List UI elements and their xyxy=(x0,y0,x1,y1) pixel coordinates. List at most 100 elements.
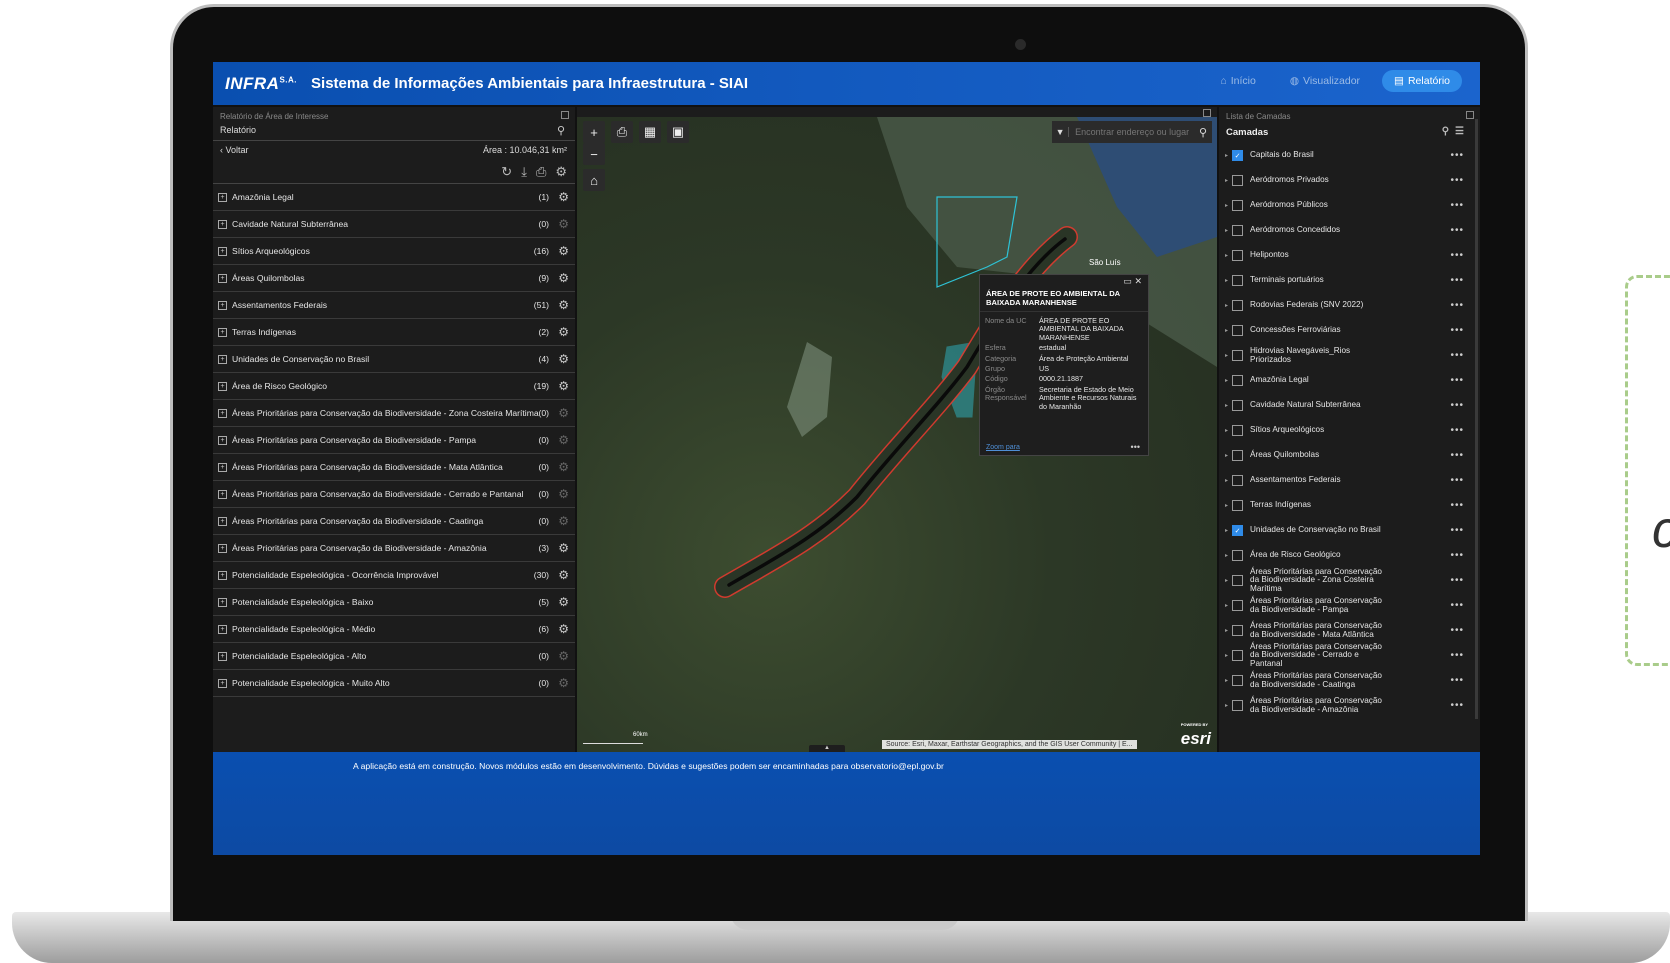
maximize-icon[interactable] xyxy=(1203,109,1211,117)
report-layer-row[interactable]: + Áreas Prioritárias para Conservação da … xyxy=(213,535,575,562)
expand-icon[interactable]: + xyxy=(218,678,227,688)
caret-right-icon[interactable]: ▸ xyxy=(1225,277,1228,284)
gear-icon[interactable]: ⚙ xyxy=(558,595,569,609)
more-options-icon[interactable]: ••• xyxy=(1131,442,1140,452)
more-options-icon[interactable]: ••• xyxy=(1450,225,1464,236)
infra-logo[interactable]: INFRAS.A. xyxy=(225,74,297,94)
report-layer-row[interactable]: + Unidades de Conservação no Brasil (4) ⚙ xyxy=(213,346,575,373)
gear-icon[interactable]: ⚙ xyxy=(558,352,569,366)
expand-panel-toggle[interactable]: ▲ xyxy=(809,745,845,752)
bookmark-button[interactable]: ▣ xyxy=(667,121,689,143)
maximize-icon[interactable] xyxy=(561,111,569,119)
expand-icon[interactable]: + xyxy=(218,489,227,499)
more-options-icon[interactable]: ••• xyxy=(1450,375,1464,386)
gear-icon[interactable]: ⚙ xyxy=(558,460,569,474)
report-layer-row[interactable]: + Cavidade Natural Subterrânea (0) ⚙ xyxy=(213,211,575,238)
more-options-icon[interactable]: ••• xyxy=(1450,200,1464,211)
report-layer-row[interactable]: + Áreas Prioritárias para Conservação da … xyxy=(213,508,575,535)
nav-inicio[interactable]: ⌂ Início xyxy=(1208,70,1267,92)
layer-checkbox[interactable] xyxy=(1232,500,1244,511)
gear-icon[interactable]: ⚙ xyxy=(558,244,569,258)
layer-checkbox[interactable] xyxy=(1232,200,1244,211)
more-options-icon[interactable]: ••• xyxy=(1450,575,1464,586)
layer-checkbox[interactable] xyxy=(1232,400,1244,411)
caret-right-icon[interactable]: ▸ xyxy=(1225,427,1228,434)
maximize-icon[interactable] xyxy=(1466,111,1474,119)
expand-icon[interactable]: + xyxy=(218,408,227,418)
print-map-button[interactable]: ⎙ xyxy=(611,121,633,143)
gear-icon[interactable]: ⚙ xyxy=(558,325,569,339)
expand-icon[interactable]: + xyxy=(218,570,227,580)
caret-right-icon[interactable]: ▸ xyxy=(1225,477,1228,484)
nav-relatorio[interactable]: ▤ Relatório xyxy=(1382,70,1462,92)
caret-right-icon[interactable]: ▸ xyxy=(1225,152,1228,159)
more-options-icon[interactable]: ••• xyxy=(1450,350,1464,361)
map-layer-item[interactable]: ▸ Hidrovias Navegáveis_Rios Priorizados ••… xyxy=(1219,343,1480,368)
map-layer-item[interactable]: ▸ Áreas Prioritárias para Conservação da … xyxy=(1219,642,1480,668)
more-options-icon[interactable]: ••• xyxy=(1450,175,1464,186)
more-options-icon[interactable]: ••• xyxy=(1450,250,1464,261)
zoom-in-button[interactable]: + xyxy=(583,121,605,143)
layer-checkbox[interactable] xyxy=(1232,250,1244,261)
report-layer-row[interactable]: + Áreas Prioritárias para Conservação da … xyxy=(213,454,575,481)
layer-checkbox[interactable] xyxy=(1232,275,1244,286)
gear-icon[interactable]: ⚙ xyxy=(558,271,569,285)
layer-checkbox[interactable] xyxy=(1232,475,1244,486)
gear-icon[interactable]: ⚙ xyxy=(558,514,569,528)
map-layer-item[interactable]: ▸ Aeródromos Públicos ••• xyxy=(1219,193,1480,218)
layer-checkbox[interactable] xyxy=(1232,550,1244,561)
report-layer-row[interactable]: + Potencialidade Espeleológica - Alto (0) ⚙ xyxy=(213,643,575,670)
more-options-icon[interactable]: ••• xyxy=(1450,500,1464,511)
report-layer-row[interactable]: + Áreas Prioritárias para Conservação da … xyxy=(213,427,575,454)
report-layer-row[interactable]: + Assentamentos Federais (51) ⚙ xyxy=(213,292,575,319)
gear-icon[interactable]: ⚙ xyxy=(558,541,569,555)
basemap-gallery-button[interactable]: ▦ xyxy=(639,121,661,143)
caret-right-icon[interactable]: ▸ xyxy=(1225,452,1228,459)
map-view[interactable]: São Luís + ⎙ ▦ ▣ − ⌂ ▼ ⚲ ▭ ✕ ÁREA DE PRO… xyxy=(577,107,1217,752)
expand-icon[interactable]: + xyxy=(218,381,227,391)
home-extent-button[interactable]: ⌂ xyxy=(583,169,605,191)
map-layer-item[interactable]: ▸ Rodovias Federais (SNV 2022) ••• xyxy=(1219,293,1480,318)
caret-right-icon[interactable]: ▸ xyxy=(1225,302,1228,309)
map-layer-item[interactable]: ▸ Sítios Arqueológicos ••• xyxy=(1219,418,1480,443)
layer-checkbox[interactable] xyxy=(1232,350,1244,361)
map-layer-item[interactable]: ▸ Áreas Prioritárias para Conservação da … xyxy=(1219,668,1480,693)
caret-right-icon[interactable]: ▸ xyxy=(1225,227,1228,234)
gear-icon[interactable]: ⚙ xyxy=(558,217,569,231)
more-options-icon[interactable]: ••• xyxy=(1450,525,1464,536)
expand-icon[interactable]: + xyxy=(218,516,227,526)
caret-right-icon[interactable]: ▸ xyxy=(1225,202,1228,209)
expand-icon[interactable]: + xyxy=(218,651,227,661)
map-layer-item[interactable]: ▸ ✓ Unidades de Conservação no Brasil ••• xyxy=(1219,518,1480,543)
dock-icon[interactable]: ▭ xyxy=(1123,276,1132,286)
expand-icon[interactable]: + xyxy=(218,543,227,553)
report-layer-row[interactable]: + Potencialidade Espeleológica - Ocorrênc… xyxy=(213,562,575,589)
caret-right-icon[interactable]: ▸ xyxy=(1225,352,1228,359)
more-options-icon[interactable]: ••• xyxy=(1450,425,1464,436)
caret-right-icon[interactable]: ▸ xyxy=(1225,677,1228,684)
expand-icon[interactable]: + xyxy=(218,192,227,202)
report-layer-row[interactable]: + Sítios Arqueológicos (16) ⚙ xyxy=(213,238,575,265)
map-layer-item[interactable]: ▸ Áreas Prioritárias para Conservação da … xyxy=(1219,618,1480,643)
report-layer-row[interactable]: + Potencialidade Espeleológica - Muito Al… xyxy=(213,670,575,697)
layer-checkbox[interactable] xyxy=(1232,600,1244,611)
layer-checkbox[interactable] xyxy=(1232,375,1244,386)
expand-icon[interactable]: + xyxy=(218,273,227,283)
gear-icon[interactable]: ⚙ xyxy=(558,406,569,420)
more-options-icon[interactable]: ••• xyxy=(1450,150,1464,161)
map-layer-item[interactable]: ▸ Aeródromos Concedidos ••• xyxy=(1219,218,1480,243)
caret-right-icon[interactable]: ▸ xyxy=(1225,552,1228,559)
map-layer-item[interactable]: ▸ Área de Risco Geológico ••• xyxy=(1219,543,1480,568)
refresh-icon[interactable]: ↻ xyxy=(501,164,512,180)
layer-checkbox[interactable] xyxy=(1232,575,1244,586)
report-layer-row[interactable]: + Áreas Prioritárias para Conservação da … xyxy=(213,400,575,427)
search-input[interactable] xyxy=(1069,126,1195,138)
more-options-icon[interactable]: ••• xyxy=(1450,300,1464,311)
more-options-icon[interactable]: ••• xyxy=(1450,600,1464,611)
expand-icon[interactable]: + xyxy=(218,300,227,310)
layer-checkbox[interactable] xyxy=(1232,225,1244,236)
layer-checkbox[interactable] xyxy=(1232,325,1244,336)
report-layer-row[interactable]: + Terras Indígenas (2) ⚙ xyxy=(213,319,575,346)
more-options-icon[interactable]: ••• xyxy=(1450,650,1464,661)
caret-right-icon[interactable]: ▸ xyxy=(1225,627,1228,634)
